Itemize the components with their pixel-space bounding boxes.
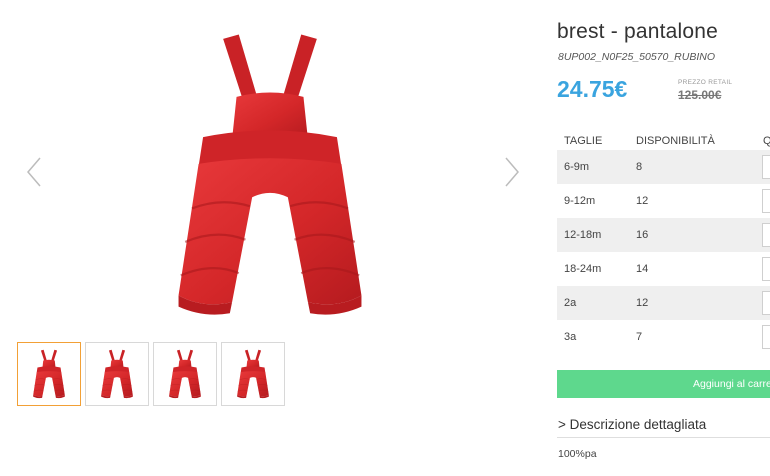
gallery-prev-button[interactable]	[22, 154, 46, 190]
table-row: 3a 7	[557, 320, 770, 354]
thumbnail-4[interactable]	[221, 342, 285, 406]
size-cell: 9-12m	[564, 195, 596, 207]
table-row: 9-12m 12	[557, 184, 770, 218]
availability-cell: 8	[636, 161, 643, 173]
product-sku: 8UP002_N0F25_50570_RUBINO	[558, 51, 716, 63]
product-thumbnail-image	[233, 349, 273, 399]
quantity-input[interactable]	[762, 325, 770, 349]
product-thumbnail-image	[165, 349, 205, 399]
header-availability: DISPONIBILITÀ	[636, 135, 715, 147]
product-thumbnail-image	[97, 349, 137, 399]
product-title: brest - pantalone	[557, 20, 719, 43]
table-row: 18-24m 14	[557, 252, 770, 286]
size-cell: 6-9m	[564, 161, 590, 173]
gallery-next-button[interactable]	[500, 154, 524, 190]
availability-cell: 16	[636, 229, 649, 241]
add-to-cart-button[interactable]: Aggiungi al carrello	[557, 370, 770, 398]
quantity-input[interactable]	[762, 155, 770, 179]
quantity-input[interactable]	[762, 223, 770, 247]
quantity-input[interactable]	[762, 291, 770, 315]
sizes-table-header: TAGLIE DISPONIBILITÀ Q	[557, 134, 770, 150]
product-thumbnail-image	[29, 349, 69, 399]
availability-cell: 14	[636, 263, 649, 275]
header-size: TAGLIE	[564, 135, 603, 147]
table-row: 2a 12	[557, 286, 770, 320]
size-cell: 3a	[564, 331, 577, 343]
size-cell: 2a	[564, 297, 577, 309]
thumbnail-1[interactable]	[17, 342, 81, 406]
availability-cell: 12	[636, 195, 649, 207]
chevron-left-icon	[27, 157, 41, 187]
chevron-right-icon	[505, 157, 519, 187]
size-cell: 12-18m	[564, 229, 602, 241]
header-quantity: Q	[763, 135, 770, 147]
description-text: 100%pa	[558, 448, 597, 460]
retail-price: 125.00€	[678, 88, 722, 102]
retail-price-label: PREZZO RETAIL	[678, 79, 733, 86]
thumbnail-strip	[17, 342, 285, 406]
availability-cell: 12	[636, 297, 649, 309]
table-row: 6-9m 8	[557, 150, 770, 184]
table-row: 12-18m 16	[557, 218, 770, 252]
sizes-table: TAGLIE DISPONIBILITÀ Q 6-9m 8 9-12m 12 1…	[557, 134, 770, 354]
quantity-input[interactable]	[762, 189, 770, 213]
description-toggle[interactable]: > Descrizione dettagliata	[558, 417, 706, 432]
thumbnail-2[interactable]	[85, 342, 149, 406]
quantity-input[interactable]	[762, 257, 770, 281]
size-cell: 18-24m	[564, 263, 602, 275]
product-main-image	[120, 30, 420, 320]
product-price: 24.75€	[557, 76, 628, 102]
divider	[557, 437, 770, 438]
availability-cell: 7	[636, 331, 643, 343]
thumbnail-3[interactable]	[153, 342, 217, 406]
